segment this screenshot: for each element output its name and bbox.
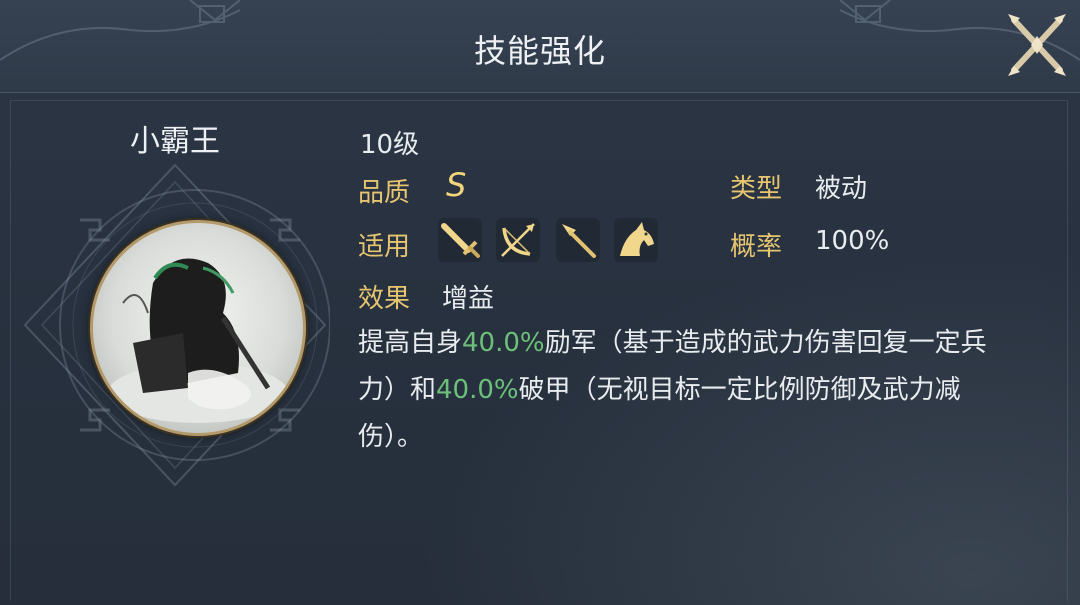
hero-name: 小霸王 <box>130 124 220 159</box>
skill-enhance-dialog: 技能强化 小霸王 10级 品质 S 类型 被动 适用 概率 100% 效果 增益… <box>0 0 1080 605</box>
desc-value-2: 40.0% <box>436 375 519 405</box>
chance-value: 100% <box>815 226 890 256</box>
desc-value-1: 40.0% <box>462 328 545 358</box>
skill-description: 提高自身40.0%励军（基于造成的武力伤害回复一定兵力）和40.0%破甲（无视目… <box>358 320 1018 461</box>
horse-icon <box>614 218 658 262</box>
spear-icon <box>556 218 600 262</box>
applicable-label: 适用 <box>358 232 411 262</box>
sword-icon <box>438 218 482 262</box>
chance-label: 概率 <box>730 232 783 262</box>
hero-portrait-icon <box>108 258 288 423</box>
quality-label: 品质 <box>358 178 411 208</box>
close-button[interactable] <box>1004 8 1070 82</box>
close-x-icon <box>1008 14 1066 76</box>
effect-value: 增益 <box>442 284 495 314</box>
type-value: 被动 <box>815 174 868 204</box>
dialog-title: 技能强化 <box>473 32 606 70</box>
desc-text-1: 提高自身 <box>358 328 463 358</box>
bow-icon <box>496 218 540 262</box>
title-bar: 技能强化 <box>0 0 1080 93</box>
type-label: 类型 <box>730 174 783 204</box>
skill-level: 10级 <box>360 130 420 160</box>
hero-portrait <box>90 220 306 436</box>
quality-value: S <box>446 166 467 204</box>
effect-label: 效果 <box>358 284 411 314</box>
portrait-frame <box>20 160 330 490</box>
